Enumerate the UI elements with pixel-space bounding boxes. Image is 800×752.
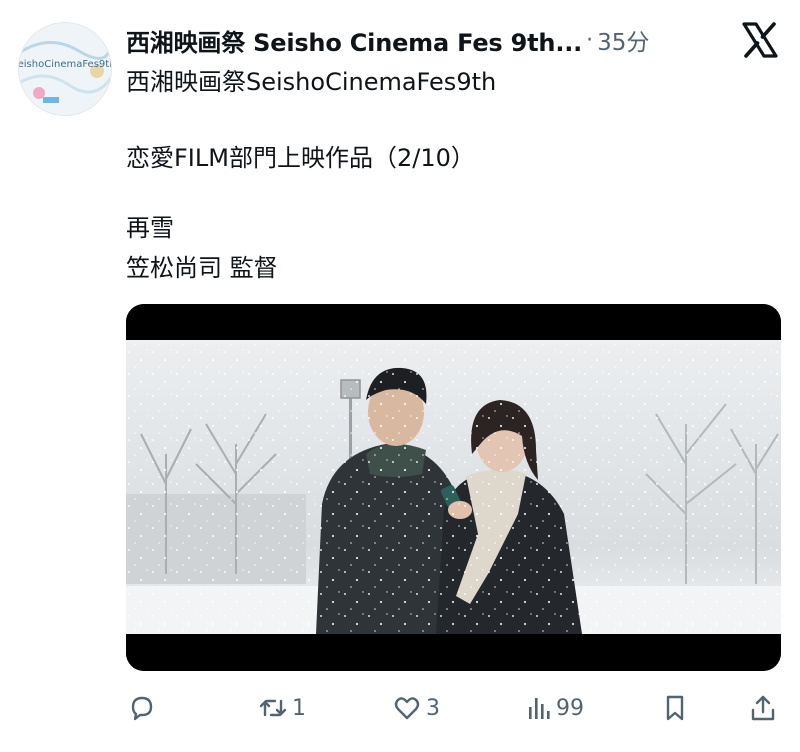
avatar[interactable]: SeishoCinemaFes9th. bbox=[18, 22, 112, 116]
repost-icon bbox=[258, 693, 288, 723]
reply-button[interactable] bbox=[127, 690, 161, 726]
heart-icon bbox=[392, 693, 422, 723]
post-time[interactable]: 35分 bbox=[597, 23, 649, 57]
x-logo-icon[interactable] bbox=[740, 22, 780, 58]
views-count: 99 bbox=[556, 695, 584, 721]
display-name[interactable]: 西湘映画祭 Seisho Cinema Fes 9th... bbox=[126, 23, 582, 58]
like-count: 3 bbox=[426, 695, 440, 721]
action-bar: 1 3 99 bbox=[0, 690, 800, 730]
post-text-line-2: 再雪 bbox=[126, 214, 174, 242]
post-media-image[interactable] bbox=[126, 304, 781, 671]
user-handle[interactable]: 西湘映画祭SeishoCinemaFes9th bbox=[126, 62, 496, 97]
post-header: 西湘映画祭 Seisho Cinema Fes 9th... · 35分 bbox=[126, 20, 726, 60]
repost-count: 1 bbox=[292, 695, 306, 721]
repost-button[interactable]: 1 bbox=[258, 690, 306, 726]
like-button[interactable]: 3 bbox=[392, 690, 440, 726]
post-text-line-1: 恋愛FILM部門上映作品（2/10） bbox=[126, 144, 475, 172]
share-icon bbox=[748, 693, 778, 723]
views-button[interactable]: 99 bbox=[526, 690, 584, 726]
share-button[interactable] bbox=[748, 690, 778, 726]
film-frame bbox=[126, 340, 781, 634]
separator-dot: · bbox=[586, 27, 594, 53]
post-text-line-3: 笠松尚司 監督 bbox=[126, 254, 278, 282]
bookmark-button[interactable] bbox=[660, 690, 690, 726]
reply-icon bbox=[127, 693, 157, 723]
views-icon bbox=[526, 693, 552, 723]
bookmark-icon bbox=[660, 693, 690, 723]
avatar-logo-text: SeishoCinemaFes9th. bbox=[19, 59, 111, 70]
